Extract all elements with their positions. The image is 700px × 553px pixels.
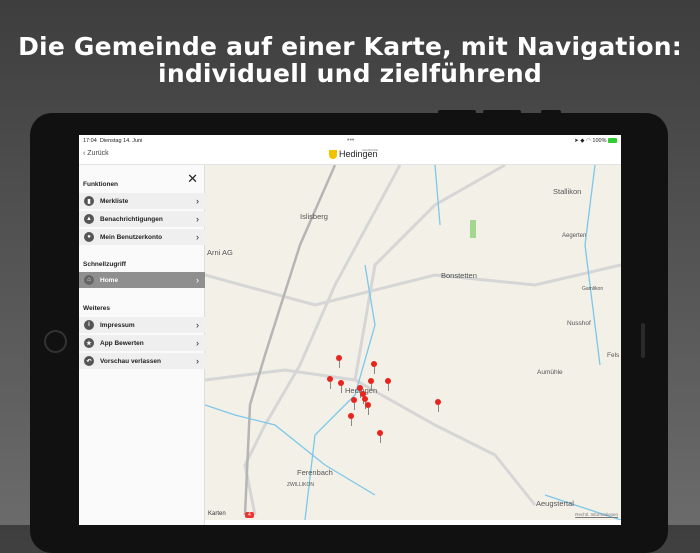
map-pin[interactable]	[365, 402, 371, 415]
section-title: Weiteres	[83, 305, 110, 312]
chevron-right-icon: ›	[196, 320, 199, 330]
legal-link[interactable]: Rechtl. Informationen	[575, 512, 618, 517]
chevron-right-icon: ›	[196, 275, 199, 285]
headline-line1: Die Gemeinde auf einer Karte, mit Naviga…	[18, 32, 682, 61]
chevron-right-icon: ›	[196, 214, 199, 224]
maps-attribution: Karten	[208, 511, 226, 517]
sidebar-item-home[interactable]: ⌂ Home ›	[79, 272, 205, 288]
back-arrow-icon: ↶	[84, 356, 94, 366]
bookmark-icon: ▮	[84, 196, 94, 206]
map-label: Islisberg	[300, 212, 328, 221]
screen: 17:04 Dienstag 14. Juni ••• ➤ ◆ ◠ 100% ‹…	[79, 135, 621, 525]
map-pin[interactable]	[368, 378, 374, 391]
map-label: Arni AG	[207, 248, 233, 257]
headline: Die Gemeinde auf einer Karte, mit Naviga…	[0, 33, 700, 87]
sidebar-item-vorschau-verlassen[interactable]: ↶ Vorschau verlassen ›	[79, 353, 205, 369]
back-button[interactable]: ‹ Zurück	[83, 150, 109, 157]
app-logo: Hedingen GEMEINDE	[329, 148, 378, 159]
map-label: Nusshof	[567, 320, 591, 327]
status-time: 17:04	[83, 137, 97, 144]
sidebar: ✕ Funktionen ▮ Merkliste › ▲ Benachrichtigu…	[79, 165, 205, 525]
sidebar-item-impressum[interactable]: i Impressum ›	[79, 317, 205, 333]
close-icon[interactable]: ✕	[187, 171, 198, 187]
sidebar-item-merkliste[interactable]: ▮ Merkliste ›	[79, 193, 205, 209]
chevron-right-icon: ›	[196, 356, 199, 366]
battery-label: ➤ ◆ ◠ 100%	[574, 138, 617, 144]
home-icon: ⌂	[84, 275, 94, 285]
map-label: Stallikon	[553, 187, 582, 196]
chevron-right-icon: ›	[196, 338, 199, 348]
map-label: Bonstetten	[441, 271, 477, 280]
map-label: Aegerten	[562, 233, 587, 239]
map-pin[interactable]	[348, 413, 354, 426]
map-label: Ferenbach	[297, 468, 333, 477]
map-roads	[205, 165, 621, 520]
map-pin[interactable]	[377, 430, 383, 443]
section-title: Funktionen	[83, 181, 119, 188]
map-pin[interactable]	[435, 399, 441, 412]
status-date: Dienstag 14. Juni	[99, 137, 143, 144]
map-pin[interactable]	[371, 361, 377, 374]
map-view[interactable]: Islisberg Stallikon Arni AG Aegerten Bon…	[205, 165, 621, 520]
battery-icon	[608, 137, 617, 143]
chevron-right-icon: ›	[196, 232, 199, 242]
map-label: ZWILLIKON	[287, 482, 314, 488]
camera	[44, 330, 67, 353]
map-pin[interactable]	[336, 355, 342, 368]
map-label: Aeugstertal	[536, 499, 574, 508]
sidebar-item-app-bewerten[interactable]: ★ App Bewerten ›	[79, 335, 205, 351]
bell-icon: ▲	[84, 214, 94, 224]
map-label: Gamlikon	[582, 286, 604, 292]
map-pin[interactable]	[338, 380, 344, 393]
multitask-dots[interactable]: •••	[347, 137, 354, 144]
map-label: Fels	[607, 352, 620, 359]
sidebar-item-benachrichtigungen[interactable]: ▲ Benachrichtigungen ›	[79, 211, 205, 227]
side-connector	[641, 323, 645, 358]
info-icon: i	[84, 320, 94, 330]
shield-icon	[329, 149, 337, 159]
star-icon: ★	[84, 338, 94, 348]
chevron-right-icon: ›	[196, 196, 199, 206]
map-pin[interactable]	[327, 376, 333, 389]
nav-bar: ‹ Zurück Hedingen GEMEINDE	[79, 146, 621, 165]
map-pin[interactable]	[351, 397, 357, 410]
road-badge: 4	[245, 512, 254, 518]
map-pin[interactable]	[385, 378, 391, 391]
sidebar-item-benutzerkonto[interactable]: ● Mein Benutzerkonto ›	[79, 229, 205, 245]
headline-line2: individuell und zielführend	[158, 59, 542, 88]
section-title: Schnellzugriff	[83, 261, 126, 268]
map-label: Aumühle	[537, 369, 563, 376]
user-icon: ●	[84, 232, 94, 242]
status-bar: 17:04 Dienstag 14. Juni ••• ➤ ◆ ◠ 100%	[79, 135, 621, 146]
